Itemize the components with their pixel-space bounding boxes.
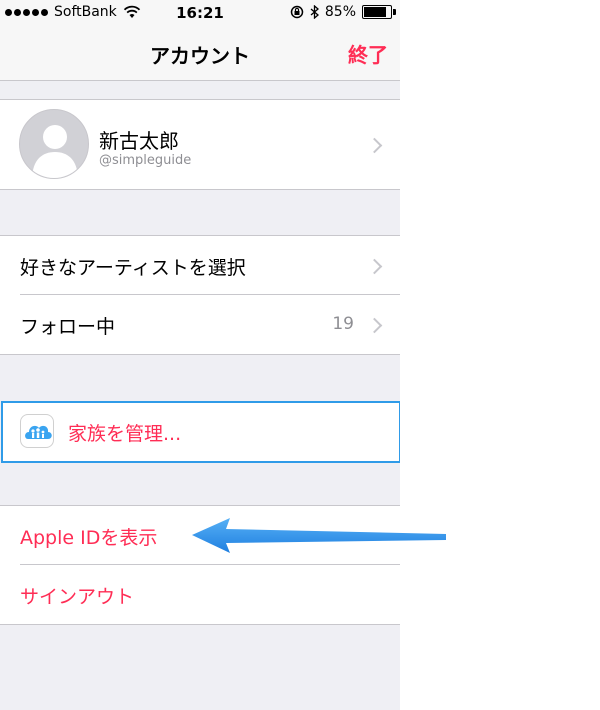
favorite-artists-label: 好きなアーティストを選択: [20, 257, 246, 279]
view-apple-id-label: Apple IDを表示: [20, 527, 158, 549]
status-right: 85%: [290, 4, 396, 20]
chevron-right-icon: [366, 137, 383, 154]
music-settings-group: 好きなアーティストを選択 フォロー中 19: [0, 235, 400, 355]
favorite-artists-row[interactable]: 好きなアーティストを選択: [0, 236, 400, 295]
following-count: 19: [332, 314, 354, 334]
battery-percent: 85%: [324, 4, 356, 20]
battery-icon: [362, 5, 396, 19]
rotation-lock-icon: [290, 5, 304, 19]
default-avatar-icon: [32, 125, 78, 178]
profile-name: 新古太郎: [99, 129, 179, 153]
avatar: [19, 109, 89, 179]
done-button[interactable]: 終了: [348, 39, 388, 68]
status-bar: SoftBank 16:21 85%: [0, 0, 400, 28]
following-label: フォロー中: [20, 316, 116, 338]
sign-out-row[interactable]: サインアウト: [0, 564, 400, 624]
sign-out-label: サインアウト: [20, 586, 135, 608]
chevron-right-icon: [366, 258, 383, 275]
page-title: アカウント: [150, 44, 250, 68]
chevron-right-icon: [366, 317, 383, 334]
manage-family-row[interactable]: 家族を管理...: [1, 401, 400, 463]
cloud-family-icon: [25, 425, 52, 439]
manage-family-label: 家族を管理...: [68, 423, 182, 445]
profile-handle: @simpleguide: [99, 153, 192, 168]
phone-screen: SoftBank 16:21 85% アカウント 終了 新古太郎 @simple…: [0, 0, 400, 710]
annotation-arrow-icon: [192, 518, 446, 553]
family-sharing-icon: [20, 414, 54, 448]
navigation-bar: アカウント 終了: [0, 28, 400, 81]
following-row[interactable]: フォロー中 19: [0, 294, 400, 354]
profile-row[interactable]: 新古太郎 @simpleguide: [0, 100, 400, 189]
bluetooth-icon: [310, 5, 319, 19]
battery-level-fill: [364, 7, 387, 17]
profile-group: 新古太郎 @simpleguide: [0, 99, 400, 190]
